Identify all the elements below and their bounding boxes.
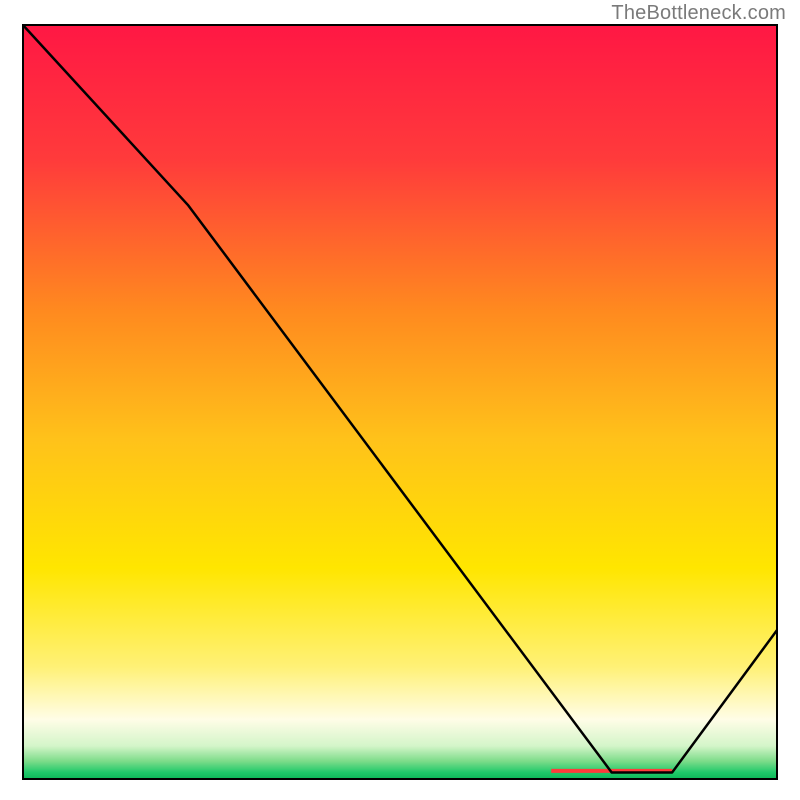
chart-container: TheBottleneck.com — [0, 0, 800, 800]
bottleneck-chart — [22, 24, 778, 780]
watermark-text: TheBottleneck.com — [611, 2, 786, 25]
gradient-background — [22, 24, 778, 780]
